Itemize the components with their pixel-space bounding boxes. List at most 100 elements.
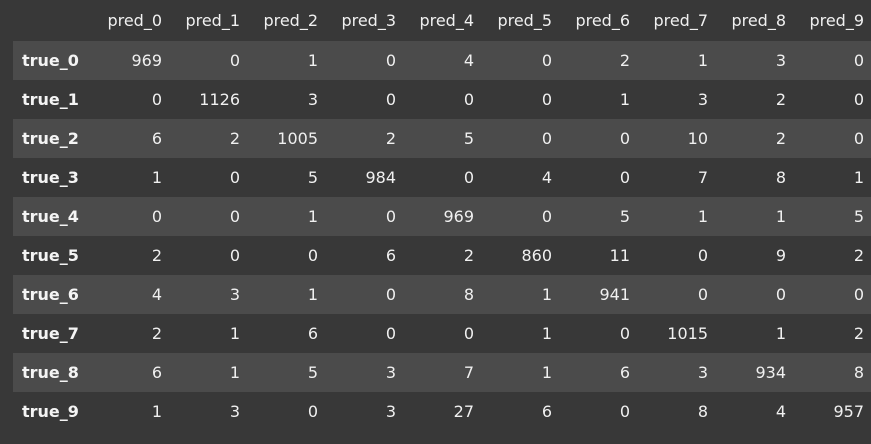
table-cell: 2 <box>151 324 162 343</box>
column-header-2: pred_2 <box>263 11 318 30</box>
table-cell: 1 <box>541 285 552 304</box>
table-cell: 1 <box>541 324 552 343</box>
table-cell: 1 <box>697 207 708 226</box>
table-row: true_7 2 1 6 0 0 1 0 1015 1 2 <box>13 314 871 353</box>
table-cell: 0 <box>619 129 630 148</box>
column-header-6: pred_6 <box>575 11 630 30</box>
row-index-label: true_6 <box>22 285 79 304</box>
table-cell: 1 <box>853 168 864 187</box>
table-cell: 2 <box>775 90 786 109</box>
table-cell: 8 <box>463 285 474 304</box>
table-cell: 8 <box>697 402 708 421</box>
table-cell: 957 <box>833 402 864 421</box>
table-cell: 6 <box>151 363 162 382</box>
table-cell: 0 <box>229 246 240 265</box>
table-cell: 860 <box>521 246 552 265</box>
table-cell: 4 <box>151 285 162 304</box>
table-cell: 3 <box>697 363 708 382</box>
table-cell: 0 <box>463 324 474 343</box>
table-body: true_0 969 0 1 0 4 0 2 1 3 0 true_1 0 1126 3 0 0 0 1 3 2 0 tru… <box>13 41 871 431</box>
table-cell: 941 <box>599 285 630 304</box>
table-cell: 10 <box>687 129 708 148</box>
table-header: pred_0 pred_1 pred_2 pred_3 pred_4 pred_5 pred… <box>13 0 871 41</box>
header-row: pred_0 pred_1 pred_2 pred_3 pred_4 pred_5 pred… <box>13 0 871 41</box>
table-cell: 4 <box>775 402 786 421</box>
table-cell: 4 <box>541 168 552 187</box>
row-index-label: true_5 <box>22 246 79 265</box>
table-cell: 4 <box>463 51 474 70</box>
table-cell: 0 <box>541 51 552 70</box>
row-index-label: true_0 <box>22 51 79 70</box>
table-cell: 0 <box>541 90 552 109</box>
table-cell: 2 <box>463 246 474 265</box>
table-cell: 1 <box>229 363 240 382</box>
dataframe-output: pred_0 pred_1 pred_2 pred_3 pred_4 pred_5 pred… <box>13 0 871 431</box>
table-cell: 0 <box>697 285 708 304</box>
table-cell: 11 <box>609 246 630 265</box>
table-cell: 0 <box>619 168 630 187</box>
table-row: true_5 2 0 0 6 2 860 11 0 9 2 <box>13 236 871 275</box>
column-header-5: pred_5 <box>497 11 552 30</box>
table-cell: 969 <box>131 51 162 70</box>
table-cell: 0 <box>775 285 786 304</box>
table-cell: 0 <box>307 246 318 265</box>
column-header-8: pred_8 <box>731 11 786 30</box>
table-cell: 1 <box>307 51 318 70</box>
table-cell: 0 <box>385 285 396 304</box>
table-cell: 3 <box>385 402 396 421</box>
column-header-1: pred_1 <box>185 11 240 30</box>
table-cell: 27 <box>453 402 474 421</box>
row-index-label: true_9 <box>22 402 79 421</box>
table-cell: 2 <box>853 324 864 343</box>
table-cell: 0 <box>541 129 552 148</box>
table-row: true_6 4 3 1 0 8 1 941 0 0 0 <box>13 275 871 314</box>
table-cell: 9 <box>775 246 786 265</box>
table-cell: 2 <box>385 129 396 148</box>
table-cell: 6 <box>619 363 630 382</box>
table-cell: 1 <box>619 90 630 109</box>
table-cell: 1 <box>229 324 240 343</box>
table-cell: 5 <box>463 129 474 148</box>
table-cell: 3 <box>229 402 240 421</box>
table-row: true_4 0 0 1 0 969 0 5 1 1 5 <box>13 197 871 236</box>
table-cell: 5 <box>853 207 864 226</box>
table-cell: 0 <box>229 51 240 70</box>
table-row: true_3 1 0 5 984 0 4 0 7 8 1 <box>13 158 871 197</box>
table-cell: 0 <box>853 51 864 70</box>
table-cell: 7 <box>697 168 708 187</box>
table-cell: 0 <box>541 207 552 226</box>
column-header-3: pred_3 <box>341 11 396 30</box>
row-index-label: true_3 <box>22 168 79 187</box>
table-cell: 3 <box>775 51 786 70</box>
table-cell: 0 <box>385 324 396 343</box>
table-cell: 0 <box>385 207 396 226</box>
table-cell: 5 <box>307 168 318 187</box>
table-cell: 5 <box>307 363 318 382</box>
table-cell: 0 <box>619 324 630 343</box>
table-cell: 2 <box>229 129 240 148</box>
table-row: true_2 6 2 1005 2 5 0 0 10 2 0 <box>13 119 871 158</box>
table-cell: 1 <box>307 207 318 226</box>
table-cell: 2 <box>619 51 630 70</box>
table-row: true_8 6 1 5 3 7 1 6 3 934 8 <box>13 353 871 392</box>
table-cell: 1126 <box>199 90 240 109</box>
table-cell: 5 <box>619 207 630 226</box>
table-cell: 1005 <box>277 129 318 148</box>
table-cell: 969 <box>443 207 474 226</box>
table-cell: 1 <box>775 324 786 343</box>
row-index-label: true_2 <box>22 129 79 148</box>
table-cell: 1 <box>151 402 162 421</box>
table-cell: 6 <box>151 129 162 148</box>
table-cell: 8 <box>775 168 786 187</box>
column-header-7: pred_7 <box>653 11 708 30</box>
table-cell: 0 <box>463 90 474 109</box>
table-cell: 0 <box>307 402 318 421</box>
table-cell: 0 <box>619 402 630 421</box>
table-cell: 1 <box>307 285 318 304</box>
table-row: true_0 969 0 1 0 4 0 2 1 3 0 <box>13 41 871 80</box>
table-cell: 0 <box>463 168 474 187</box>
table-cell: 1 <box>697 51 708 70</box>
table-cell: 3 <box>385 363 396 382</box>
table-row: true_1 0 1126 3 0 0 0 1 3 2 0 <box>13 80 871 119</box>
row-index-label: true_7 <box>22 324 79 343</box>
